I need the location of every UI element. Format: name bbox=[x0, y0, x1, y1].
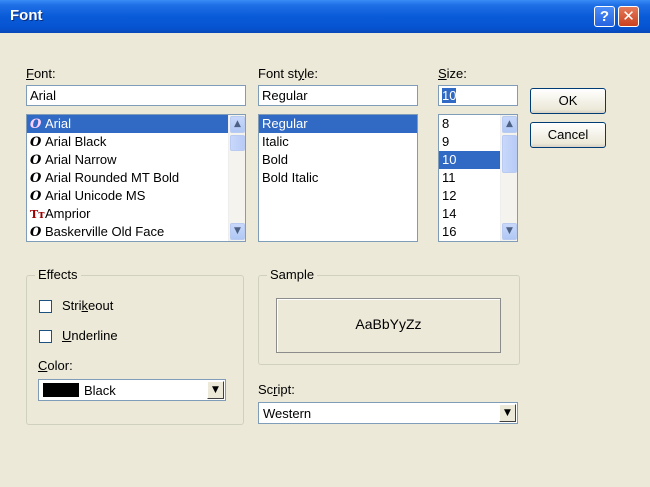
size-list-scrollbar[interactable]: ▲ ▼ bbox=[500, 115, 517, 241]
scroll-down-icon[interactable]: ▼ bbox=[230, 223, 245, 240]
font-list[interactable]: O Arial O Arial Black O Arial Narrow O Arial Ro… bbox=[26, 114, 246, 242]
color-swatch bbox=[43, 383, 79, 397]
font-item-label: Baskerville Old Face bbox=[45, 224, 165, 239]
font-item-label: Arial Rounded MT Bold bbox=[45, 170, 180, 185]
underline-checkbox[interactable] bbox=[39, 330, 52, 343]
sample-preview: AaBbYyZz bbox=[276, 298, 501, 353]
dialog-title: Font bbox=[10, 7, 43, 24]
script-select[interactable]: Western ▼ bbox=[258, 402, 518, 424]
color-value: Black bbox=[84, 383, 116, 398]
list-item[interactable]: Italic bbox=[259, 133, 417, 151]
strikeout-checkbox[interactable] bbox=[39, 300, 52, 313]
scroll-down-icon[interactable]: ▼ bbox=[502, 223, 517, 240]
font-label: Font: bbox=[26, 66, 56, 81]
list-item[interactable]: O Arial Rounded MT Bold bbox=[27, 169, 245, 187]
font-list-scrollbar[interactable]: ▲ ▼ bbox=[228, 115, 245, 241]
script-label: Script: bbox=[258, 382, 295, 397]
list-item[interactable]: 16 bbox=[439, 223, 501, 241]
color-label: Color: bbox=[38, 358, 73, 373]
size-list[interactable]: 8 9 10 11 12 14 16 ▲ ▼ bbox=[438, 114, 518, 242]
opentype-icon: O bbox=[30, 225, 42, 240]
list-item[interactable]: Regular bbox=[259, 115, 417, 133]
font-style-input[interactable]: Regular bbox=[258, 85, 418, 106]
list-item[interactable]: O Arial bbox=[27, 115, 245, 133]
list-item[interactable]: Bold Italic bbox=[259, 169, 417, 187]
underline-label: Underline bbox=[62, 328, 118, 343]
scroll-thumb[interactable] bbox=[502, 135, 517, 173]
opentype-icon: O bbox=[30, 189, 42, 204]
size-label: Size: bbox=[438, 66, 467, 81]
help-button[interactable]: ? bbox=[594, 6, 615, 27]
strikeout-label: Strikeout bbox=[62, 298, 114, 313]
close-icon: ✕ bbox=[622, 7, 635, 25]
effects-group: Effects bbox=[26, 267, 244, 425]
font-style-list[interactable]: Regular Italic Bold Bold Italic bbox=[258, 114, 418, 242]
list-item[interactable]: 11 bbox=[439, 169, 501, 187]
list-item[interactable]: 8 bbox=[439, 115, 501, 133]
title-bar: Font ? ✕ bbox=[0, 0, 650, 33]
script-value: Western bbox=[263, 406, 312, 421]
list-item[interactable]: O Arial Unicode MS bbox=[27, 187, 245, 205]
cancel-button[interactable]: Cancel bbox=[530, 122, 606, 148]
font-item-label: Arial bbox=[45, 116, 72, 131]
size-input[interactable]: 10 bbox=[438, 85, 518, 106]
list-item[interactable]: 9 bbox=[439, 133, 501, 151]
font-item-label: Amprior bbox=[45, 206, 91, 221]
list-item[interactable]: O Arial Black bbox=[27, 133, 245, 151]
ok-button[interactable]: OK bbox=[530, 88, 606, 114]
sample-text: AaBbYyZz bbox=[355, 316, 422, 332]
sample-group-title: Sample bbox=[267, 267, 318, 282]
font-item-label: Arial Narrow bbox=[45, 152, 117, 167]
scroll-up-icon[interactable]: ▲ bbox=[230, 116, 245, 133]
effects-group-title: Effects bbox=[35, 267, 81, 282]
close-button[interactable]: ✕ bbox=[618, 6, 639, 27]
list-item[interactable]: TтAmprior bbox=[27, 205, 245, 223]
opentype-icon: O bbox=[30, 117, 42, 132]
font-name-input[interactable]: Arial bbox=[26, 85, 246, 106]
font-item-label: Arial Black bbox=[45, 134, 107, 149]
font-item-label: Arial Unicode MS bbox=[45, 188, 146, 203]
opentype-icon: O bbox=[30, 171, 42, 186]
scroll-thumb[interactable] bbox=[230, 135, 245, 151]
opentype-icon: O bbox=[30, 135, 42, 150]
opentype-icon: O bbox=[30, 153, 42, 168]
color-select[interactable]: Black ▼ bbox=[38, 379, 226, 401]
truetype-icon: Tт bbox=[30, 208, 46, 221]
scroll-up-icon[interactable]: ▲ bbox=[502, 116, 517, 133]
chevron-down-icon[interactable]: ▼ bbox=[499, 404, 516, 422]
font-style-label: Font style: bbox=[258, 66, 318, 81]
list-item[interactable]: 14 bbox=[439, 205, 501, 223]
chevron-down-icon[interactable]: ▼ bbox=[207, 381, 224, 399]
list-item[interactable]: O Baskerville Old Face bbox=[27, 223, 245, 241]
list-item[interactable]: 12 bbox=[439, 187, 501, 205]
list-item[interactable]: 10 bbox=[439, 151, 501, 169]
list-item[interactable]: Bold bbox=[259, 151, 417, 169]
size-input-value: 10 bbox=[442, 88, 457, 103]
help-icon: ? bbox=[599, 8, 610, 25]
list-item[interactable]: O Arial Narrow bbox=[27, 151, 245, 169]
